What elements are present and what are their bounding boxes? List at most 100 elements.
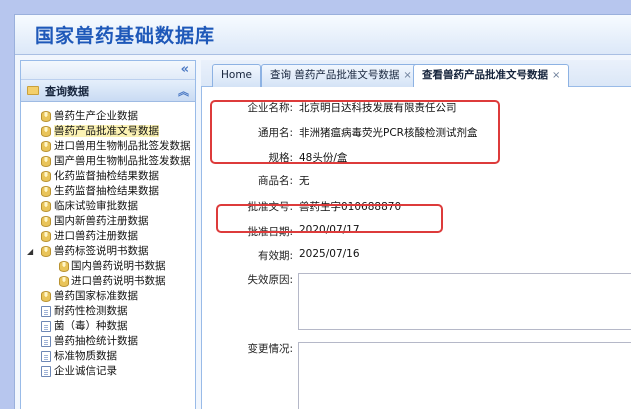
trade-name-label: 商品名: [257, 175, 293, 187]
sidebar-item-label: 兽药抽检统计数据 [54, 335, 138, 347]
generic-name-value: 非洲猪瘟病毒荧光PCR核酸检测试剂盒 [299, 127, 478, 139]
validity-label: 有效期: [257, 250, 293, 262]
tab[interactable]: 查看兽药产品批准文号数据 × [413, 64, 570, 88]
sidebar-item[interactable]: 国产兽用生物制品批签发数据 [21, 154, 195, 169]
database-icon [41, 186, 51, 197]
sidebar-item-label: 兽药生产企业数据 [54, 110, 138, 122]
sidebar-item[interactable]: 进口兽药注册数据 [21, 229, 195, 244]
trade-name-row: 商品名: 无 [202, 170, 631, 190]
sidebar-item-label: 国内兽药说明书数据 [71, 260, 166, 272]
change-label: 变更情况: [247, 343, 293, 355]
invalid-reason-textarea[interactable] [298, 273, 631, 330]
spec-row: 规格: 48头份/盒 [202, 147, 631, 167]
database-icon [41, 126, 51, 137]
sidebar-item[interactable]: 标准物质数据 [21, 349, 195, 364]
sidebar-item[interactable]: 临床试验审批数据 [21, 199, 195, 214]
sidebar-item[interactable]: 兽药国家标准数据 [21, 289, 195, 304]
database-icon [41, 216, 51, 227]
close-icon[interactable]: × [552, 70, 560, 81]
sidebar-item[interactable]: 企业诚信记录 [21, 364, 195, 379]
sidebar-item-label: 生药监督抽检结果数据 [54, 185, 159, 197]
spec-value: 48头份/盒 [299, 152, 348, 164]
sidebar-item-label: 兽药产品批准文号数据 [54, 125, 159, 137]
sidebar-item-label: 化药监督抽检结果数据 [54, 170, 159, 182]
database-icon [41, 171, 51, 182]
close-icon[interactable]: × [403, 70, 411, 81]
tab-label: 查询 兽药产品批准文号数据 [270, 69, 400, 81]
tab-strip: Home 查询 兽药产品批准文号数据 × 查看兽药产品批准文号数据 × [201, 60, 631, 88]
tab[interactable]: Home [212, 64, 262, 87]
collapse-section-icon[interactable]: ︽ [178, 83, 189, 99]
folder-icon [27, 86, 39, 95]
sidebar-collapse-bar: « [21, 61, 195, 80]
page-icon [41, 351, 51, 362]
database-icon [41, 156, 51, 167]
sidebar-item-label: 企业诚信记录 [54, 365, 117, 377]
sidebar-item-label: 兽药国家标准数据 [54, 290, 138, 302]
company-value: 北京明日达科技发展有限责任公司 [299, 102, 457, 114]
page-icon [41, 306, 51, 317]
sidebar-item[interactable]: 耐药性检测数据 [21, 304, 195, 319]
approval-number-value: 兽药生字010688870 [299, 201, 402, 213]
app-title: 国家兽药基础数据库 [35, 25, 216, 47]
sidebar-item-label: 国产兽用生物制品批签发数据 [54, 155, 191, 167]
sidebar-item[interactable]: 进口兽药说明书数据 [21, 274, 195, 289]
database-icon [41, 291, 51, 302]
app-header: 国家兽药基础数据库 [15, 15, 631, 55]
collapse-sidebar-icon[interactable]: « [181, 62, 189, 77]
sidebar-item-label: 进口兽药说明书数据 [71, 275, 166, 287]
sidebar-item-label: 兽药标签说明书数据 [54, 245, 149, 257]
sidebar-item-label: 进口兽用生物制品批签发数据 [54, 140, 191, 152]
approval-date-value: 2020/07/17 [299, 224, 360, 236]
validity-value: 2025/07/16 [299, 248, 360, 260]
trade-name-value: 无 [299, 175, 310, 187]
database-icon [41, 246, 51, 257]
sidebar-item[interactable]: 进口兽用生物制品批签发数据 [21, 139, 195, 154]
sidebar-item[interactable]: 兽药生产企业数据 [21, 109, 195, 124]
generic-name-row: 通用名: 非洲猪瘟病毒荧光PCR核酸检测试剂盒 [202, 122, 631, 142]
sidebar-item-label: 国内新兽药注册数据 [54, 215, 149, 227]
tab[interactable]: 查询 兽药产品批准文号数据 × [261, 64, 421, 87]
page-icon [41, 366, 51, 377]
sidebar-item-label: 进口兽药注册数据 [54, 230, 138, 242]
app-window: 国家兽药基础数据库 « 查询数据 ︽ 兽药生产企业数据 兽药产品批准文号数据 进口兽… [14, 14, 631, 409]
company-row: 企业名称: 北京明日达科技发展有限责任公司 [202, 97, 631, 117]
sidebar-item[interactable]: 生药监督抽检结果数据 [21, 184, 195, 199]
database-icon [59, 276, 69, 287]
sidebar-item[interactable]: 国内兽药说明书数据 [21, 259, 195, 274]
sidebar-item[interactable]: 化药监督抽检结果数据 [21, 169, 195, 184]
validity-row: 有效期: 2025/07/16 [202, 245, 631, 265]
approval-number-label: 批准文号: [247, 201, 293, 213]
change-textarea[interactable] [298, 342, 631, 409]
spec-label: 规格: [268, 152, 293, 164]
sidebar-item[interactable]: ◢ 兽药标签说明书数据 [21, 244, 195, 259]
database-icon [41, 111, 51, 122]
main-area: Home 查询 兽药产品批准文号数据 × 查看兽药产品批准文号数据 × 企业名称: 北京… [201, 60, 631, 409]
invalid-reason-label: 失效原因: [247, 274, 293, 286]
company-label: 企业名称: [247, 102, 293, 114]
sidebar-item[interactable]: 兽药产品批准文号数据 [21, 124, 195, 139]
sidebar-tree: 兽药生产企业数据兽药产品批准文号数据进口兽用生物制品批签发数据 国产兽用生物制品批… [21, 102, 195, 379]
sidebar-section-query-data[interactable]: 查询数据 ︽ [21, 80, 195, 102]
detail-panel: 企业名称: 北京明日达科技发展有限责任公司 通用名: 非洲猪瘟病毒荧光PCR核酸… [201, 87, 631, 409]
sidebar-item-label: 标准物质数据 [54, 350, 117, 362]
page-icon [41, 336, 51, 347]
sidebar-item-label: 耐药性检测数据 [54, 305, 128, 317]
database-icon [41, 231, 51, 242]
sidebar-item[interactable]: 兽药抽检统计数据 [21, 334, 195, 349]
database-icon [41, 201, 51, 212]
approval-date-label: 批准日期: [247, 226, 293, 238]
database-icon [59, 261, 69, 272]
sidebar: « 查询数据 ︽ 兽药生产企业数据兽药产品批准文号数据进口兽用生物制品批签发数据… [20, 60, 196, 409]
page-icon [41, 321, 51, 332]
sidebar-item[interactable]: 菌（毒）种数据 [21, 319, 195, 334]
expand-caret-icon[interactable]: ◢ [27, 244, 33, 259]
sidebar-item[interactable]: 国内新兽药注册数据 [21, 214, 195, 229]
sidebar-item-label: 临床试验审批数据 [54, 200, 138, 212]
tab-label: Home [221, 69, 253, 81]
database-icon [41, 141, 51, 152]
generic-name-label: 通用名: [257, 127, 293, 139]
sidebar-item-label: 菌（毒）种数据 [54, 320, 128, 332]
approval-number-row: 批准文号: 兽药生字010688870 [202, 196, 631, 216]
approval-date-row: 批准日期: 2020/07/17 [202, 221, 631, 241]
